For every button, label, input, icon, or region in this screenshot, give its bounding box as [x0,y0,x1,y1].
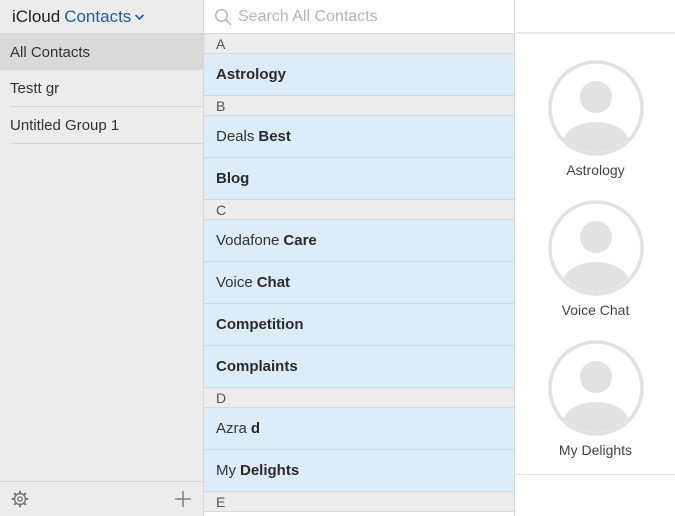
contact-first-name: My [216,462,236,479]
sidebar-group-label: All Contacts [10,43,91,61]
app-switcher[interactable]: Contacts [64,7,131,27]
search-bar [204,0,514,34]
chevron-down-icon[interactable] [134,13,145,21]
contact-last-name: Chat [256,274,291,291]
contact-last-name: Competition [216,316,304,333]
contact-row[interactable]: Astrology [204,54,514,96]
avatar [547,200,644,296]
contact-list-column: AAstrologyBDealsBestBlogCVodafoneCareVoi… [204,0,515,516]
contact-sections: A Astrology B Deals Best Blog C Vodafone Care Voi… [204,34,514,512]
contact-card-name: My Delights [558,442,633,458]
contact-last-name: Delights [240,462,300,479]
search-icon [214,8,232,25]
section-header: D [204,388,514,408]
person-icon [547,60,644,156]
detail-header [516,0,675,34]
contact-first-name: Azra [216,420,247,437]
contact-row[interactable]: Blog [204,158,514,200]
avatar [547,340,644,436]
app-header[interactable]: iCloud Contacts [0,0,203,34]
person-icon [547,340,644,436]
contact-row[interactable]: Azra d [204,408,514,450]
app-name: iCloud [12,6,61,26]
divider [10,143,203,144]
contact-row[interactable]: Deals Best [204,116,514,158]
sidebar-group-label: Testt gr [10,79,60,97]
sidebar-group-item[interactable]: All Contacts [0,34,203,70]
contact-row[interactable]: Vodafone Care [204,220,514,262]
contact-first-name: Vodafone [216,232,280,249]
section-header: C [204,200,514,220]
group-list: All Contacts Testt gr Untitled Group 1 [0,34,203,144]
sidebar-group-item[interactable]: Testt gr [0,70,203,106]
contact-last-name: Astrology [216,66,287,83]
sidebar: iCloud Contacts All Contacts Testt gr Unti… [0,0,204,516]
contacts-app: iCloud Contacts All Contacts Testt gr Unti… [0,0,675,516]
sidebar-group-label: Untitled Group 1 [10,116,120,134]
section-header: B [204,96,514,116]
section-header: A [204,34,514,54]
contact-first-name: Deals [216,128,255,145]
contact-last-name: Complaints [216,358,298,375]
contact-card-name: Astrology [566,162,625,178]
search-input[interactable] [238,7,498,26]
contact-last-name: Care [283,232,317,249]
contact-row[interactable]: Complaints [204,346,514,388]
contact-last-name: Blog [216,170,250,187]
section-header: E [204,492,514,512]
gear-icon[interactable] [10,489,30,509]
contact-card[interactable]: Astrology [516,60,675,178]
contact-row[interactable]: My Delights [204,450,514,492]
contact-card[interactable]: My Delights [516,340,675,458]
person-icon [547,200,644,296]
sidebar-group-item[interactable]: Untitled Group 1 [0,107,203,143]
contact-detail-pane: Astrology Voice Chat My Delights [516,0,675,516]
contact-card-name: Voice Chat [561,302,630,318]
contact-row[interactable]: Competition [204,304,514,346]
contact-first-name: Voice [216,274,253,291]
contact-row[interactable]: Voice Chat [204,262,514,304]
plus-icon[interactable] [173,489,193,509]
contact-last-name: Best [258,128,291,145]
contact-last-name: d [250,420,261,437]
avatar [547,60,644,156]
sidebar-footer [0,481,203,516]
contact-card[interactable]: Voice Chat [516,200,675,318]
divider [516,474,675,475]
